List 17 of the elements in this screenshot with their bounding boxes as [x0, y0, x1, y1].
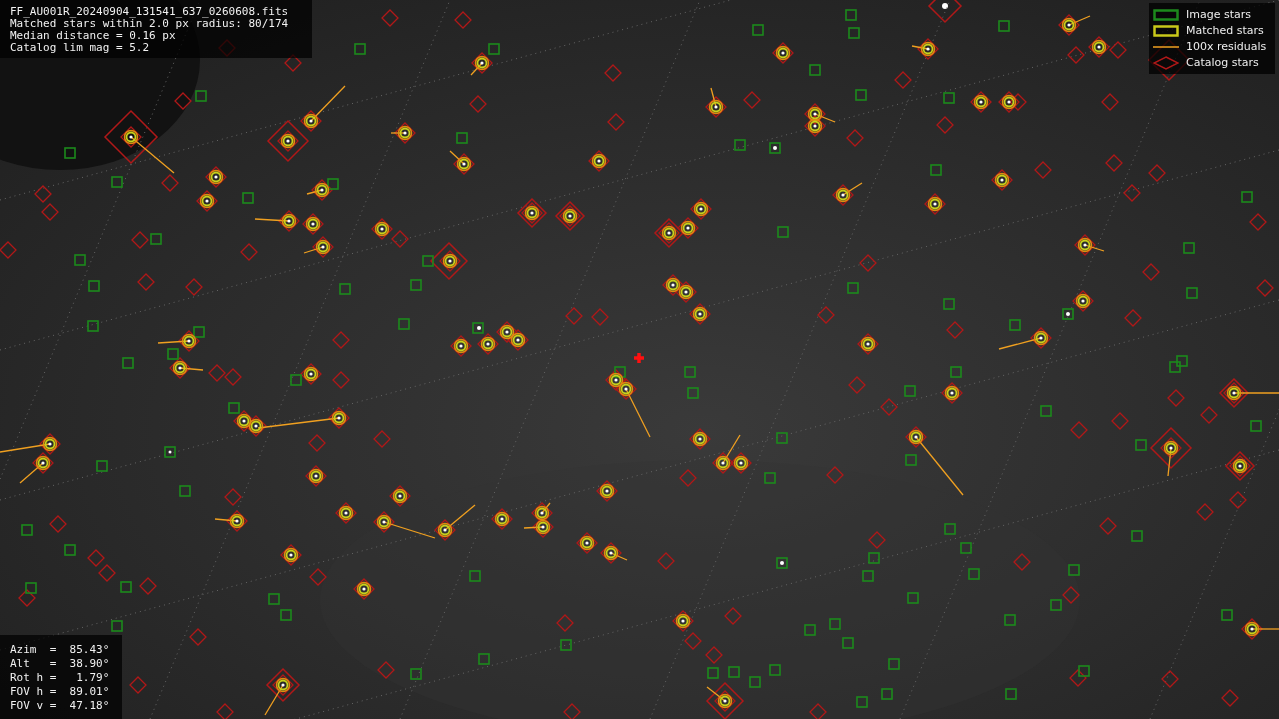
legend-label: Catalog stars [1186, 56, 1259, 69]
info-text: Median distance = 0.16 px [10, 30, 177, 42]
pointing-text: Rot h = 1.79° [10, 671, 111, 685]
pointing-text: FOV v = 47.18° [10, 699, 111, 713]
info-text: Matched stars within 2.0 px radius: 80/174 [10, 18, 290, 30]
legend-label: Matched stars [1186, 24, 1264, 37]
legend-label: Image stars [1186, 8, 1251, 21]
line-icon [1153, 44, 1179, 49]
pointing-text: Alt = 38.90° [10, 657, 111, 671]
info-text: FF_AU001R_20240904_131541_637_0260608.fits [10, 6, 290, 18]
pointing-text: Azim = 85.43° [10, 643, 111, 657]
pointing-text: FOV h = 89.01° [10, 685, 111, 699]
matched-star-marker-icon [1153, 24, 1179, 37]
diamond-icon [1153, 55, 1179, 70]
legend-label: 100x residuals [1186, 40, 1267, 53]
image-star-marker-icon [1153, 8, 1179, 21]
info-text: Catalog lim mag = 5.2 [10, 42, 151, 54]
